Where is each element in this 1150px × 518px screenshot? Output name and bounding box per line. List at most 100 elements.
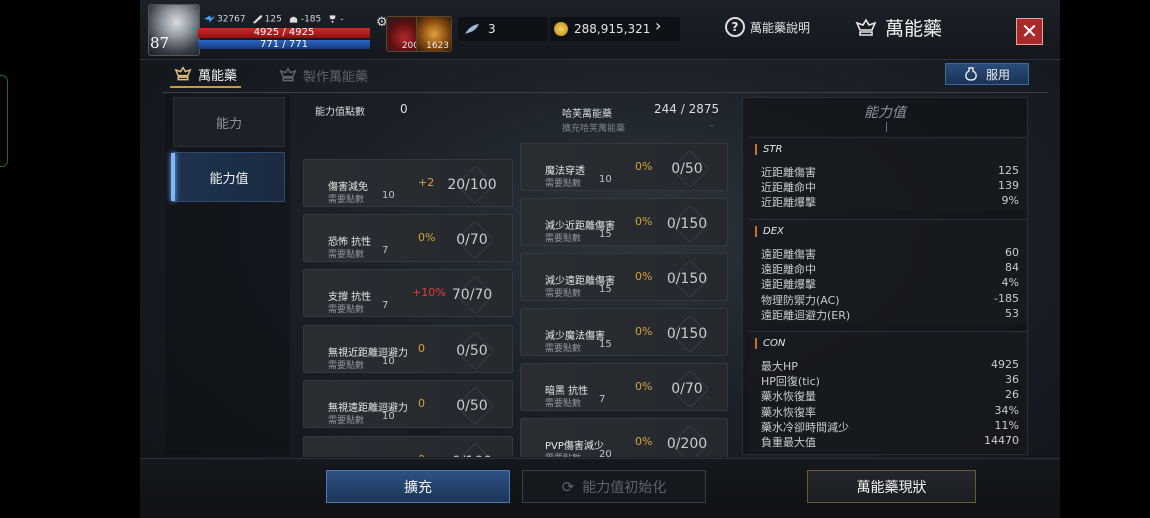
stat-bonus: 0% <box>418 231 436 244</box>
stat-section-con: CON 最大HP 4925 HP回復(tic) 36 藥水恢復量 26 藥水恢復率 34% 藥水冷… <box>749 331 1027 453</box>
stat-list-left[interactable]: 需要點數3傷害減免需要點數10+220/100恐怖 抗性需要點數70%0/70支… <box>303 140 513 457</box>
scroll-slot[interactable]: 1623 <box>416 16 452 52</box>
section-header: CON <box>755 338 785 349</box>
reset-stats-button[interactable]: ⟳ 能力值初始化 <box>522 470 706 503</box>
stat-card-name: PVP傷害減少 <box>545 441 604 452</box>
stat-row-label: 遠距離爆擊 <box>761 278 816 292</box>
stat-bonus: 0% <box>635 435 653 448</box>
stat-points-value: 0 <box>400 102 408 116</box>
required-points-label: 需要點數 <box>545 179 582 189</box>
rank-stat: - <box>327 14 344 25</box>
stat-row-value: 14470 <box>984 434 1019 447</box>
stat-row: 負重最大值 14470 <box>761 434 1019 450</box>
close-button[interactable]: ✕ <box>1016 18 1043 45</box>
stat-row: 近距離命中 139 <box>761 179 1019 195</box>
stat-list-right[interactable]: 魔法穿透 需要點數 10 0% 0/50 減少近距離傷害 需要點數 15 0% 0/150 減少遠距… <box>520 140 728 457</box>
stat-row: 最大HP 4925 <box>761 358 1019 374</box>
title-tick <box>886 122 887 132</box>
system-edge-handle[interactable] <box>0 75 8 167</box>
stat-row-value: -185 <box>994 291 1019 305</box>
nav-ability[interactable]: 能力 <box>173 97 285 147</box>
stat-row-value: 36 <box>1005 373 1019 387</box>
required-points-value: 10 <box>382 356 395 367</box>
required-points-value: 15 <box>599 284 612 295</box>
sword-icon <box>252 15 262 24</box>
stat-card[interactable]: PVP傷害減少需要點數 20 0% 0/200 <box>520 418 728 457</box>
expand-button[interactable]: 擴充 <box>326 470 510 503</box>
stat-row: 藥水恢復量 26 <box>761 388 1019 404</box>
stat-bonus: 0% <box>635 380 653 393</box>
stat-progress: 0/150 <box>657 314 717 354</box>
stat-card[interactable]: 魔法穿透 需要點數 10 0% 0/50 <box>520 143 728 191</box>
panel-title: 萬能藥 <box>855 14 942 41</box>
required-points-label: 需要點數 <box>328 361 365 371</box>
required-points-value: 15 <box>599 229 612 240</box>
hafe-elixir-value: 244 / 2875 <box>654 102 720 116</box>
stat-progress: 70/70 <box>442 275 502 315</box>
refresh-icon: ⟳ <box>561 477 575 496</box>
stat-card-name: 傷害減免 <box>328 182 368 193</box>
trophy-icon <box>330 15 336 23</box>
stat-progress: 0/70 <box>657 369 717 409</box>
craft-crest-icon <box>279 67 297 82</box>
potion-bottle-icon <box>965 67 977 81</box>
required-points-value: 10 <box>599 174 612 185</box>
hafe-elixir-label: 哈芙萬能藥 <box>562 109 612 120</box>
ability-value-panel: 能力值 STR 近距離傷害 125 近距離命中 139 近距離爆擊 9% DEX 遠距離傷害 60… <box>742 97 1028 455</box>
stat-row-value: 139 <box>998 179 1019 193</box>
screen: 87 32767 125 -185 - 4925 / 4925 771 / 77… <box>0 0 1150 518</box>
required-points-label: 需要點數 <box>328 416 365 426</box>
stat-row-value: 4925 <box>991 358 1019 371</box>
help-button[interactable]: ? 萬能藥說明 <box>725 17 810 37</box>
stat-card[interactable]: 支撐 抗性 需要點數 7 +10% 70/70 <box>303 269 513 317</box>
hafe-expand-value: - <box>710 121 714 131</box>
stat-row-value: 53 <box>1005 306 1019 320</box>
stat-card[interactable]: 無視近距離迴避力 需要點數 10 0 0/50 <box>303 325 513 373</box>
gold-coin-icon <box>554 22 568 36</box>
stat-bonus: 0% <box>635 215 653 228</box>
stat-card[interactable]: 恐怖 抗性 需要點數 7 0% 0/70 <box>303 214 513 262</box>
tab-craft-elixir[interactable]: 製作萬能藥 <box>275 62 372 88</box>
required-points-label: 需要點數 <box>545 234 582 244</box>
stat-card[interactable]: 暗黑 抗性 需要點數 7 0% 0/70 <box>520 363 728 411</box>
stat-card[interactable]: 減少魔法傷害 需要點數 15 0% 0/150 <box>520 308 728 356</box>
stat-card[interactable]: 無視遠距離迴避力 需要點數 10 0 0/50 <box>303 380 513 428</box>
stat-section-dex: DEX 遠距離傷害 60 遠距離命中 84 遠距離爆擊 4% 物理防禦力(AC) -185 遠距離… <box>749 219 1027 324</box>
stat-row-label: 藥水恢復量 <box>761 390 816 404</box>
stat-row-label: 近距離傷害 <box>761 166 816 179</box>
stat-card[interactable]: 傷害減免 需要點數 10 +2 20/100 <box>303 159 513 207</box>
chevron-right-icon[interactable]: › <box>655 16 661 35</box>
stat-card[interactable]: 減少近距離傷害 需要點數 15 0% 0/150 <box>520 198 728 246</box>
close-icon: ✕ <box>1021 19 1038 43</box>
stat-row-label: 最大HP <box>761 360 798 373</box>
consume-button[interactable]: 服用 <box>945 63 1029 85</box>
stat-row: 藥水冷卻時間減少 11% <box>761 419 1019 435</box>
attack-stat: 125 <box>252 14 282 25</box>
stat-row: 遠距離傷害 60 <box>761 246 1019 262</box>
feather-counter: 3 <box>458 17 548 41</box>
stat-row: 藥水恢復率 34% <box>761 404 1019 420</box>
required-points-value: 7 <box>382 245 389 256</box>
stat-row-label: 遠距離迴避力(ER) <box>761 308 851 322</box>
stat-progress: 20/100 <box>442 165 502 205</box>
required-points-value: 10 <box>382 411 395 422</box>
stat-bonus: 0% <box>635 270 653 283</box>
stat-card-name: 無視近距離迴避力 <box>328 348 408 359</box>
tab-bar: 萬能藥 製作萬能藥 <box>170 62 372 92</box>
stat-bonus: +10% <box>412 286 446 299</box>
stat-row-label: 負重最大值 <box>761 436 816 449</box>
stat-card[interactable]: 需要點數00/100 <box>303 436 513 457</box>
stat-section-str: STR 近距離傷害 125 近距離命中 139 近距離爆擊 9% <box>749 137 1027 211</box>
stat-row: 遠距離迴避力(ER) 53 <box>761 307 1019 323</box>
elixir-crest-icon <box>174 66 192 81</box>
tab-elixir[interactable]: 萬能藥 <box>170 62 242 88</box>
tab-divider <box>162 92 1048 93</box>
stat-bonus: 0% <box>635 160 653 173</box>
elixir-status-button[interactable]: 萬能藥現狀 <box>807 470 976 503</box>
required-points-label: 需要點數 <box>545 399 582 409</box>
stat-progress: 0/50 <box>442 331 502 371</box>
required-points-label: 需要點數 <box>328 195 365 205</box>
nav-stat-value[interactable]: 能力值 <box>171 152 285 202</box>
stat-card[interactable]: 減少遠距離傷害 需要點數 15 0% 0/150 <box>520 253 728 301</box>
stat-progress: 0/50 <box>657 149 717 189</box>
